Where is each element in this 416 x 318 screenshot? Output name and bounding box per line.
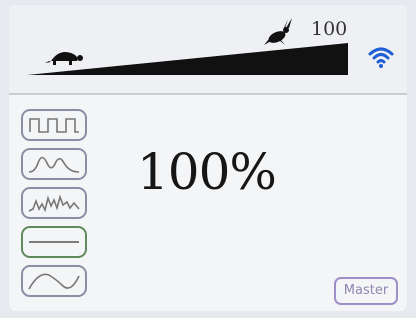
sine-wave-button[interactable] (21, 148, 87, 180)
speed-max-label: 100 (311, 18, 348, 40)
rabbit-icon (264, 18, 292, 45)
ramp-wave-icon (28, 273, 80, 290)
square-wave-icon (29, 118, 79, 133)
sine-wave-icon (28, 156, 80, 173)
flat-wave-icon (29, 241, 79, 243)
turtle-icon (45, 52, 83, 65)
square-wave-button[interactable] (21, 109, 87, 141)
speed-graphic (27, 18, 348, 75)
master-mode-button[interactable]: Master (334, 277, 398, 305)
flat-wave-button[interactable] (21, 226, 87, 258)
random-wave-button[interactable] (21, 187, 87, 219)
random-wave-icon (28, 194, 80, 213)
waveform-selector (21, 109, 91, 304)
intensity-readout: 100% (137, 143, 277, 201)
ramp-wave-button[interactable] (21, 265, 87, 297)
wifi-icon (368, 47, 394, 68)
speed-panel: 100 (9, 5, 407, 95)
screen: 100 100% Master (9, 5, 407, 311)
